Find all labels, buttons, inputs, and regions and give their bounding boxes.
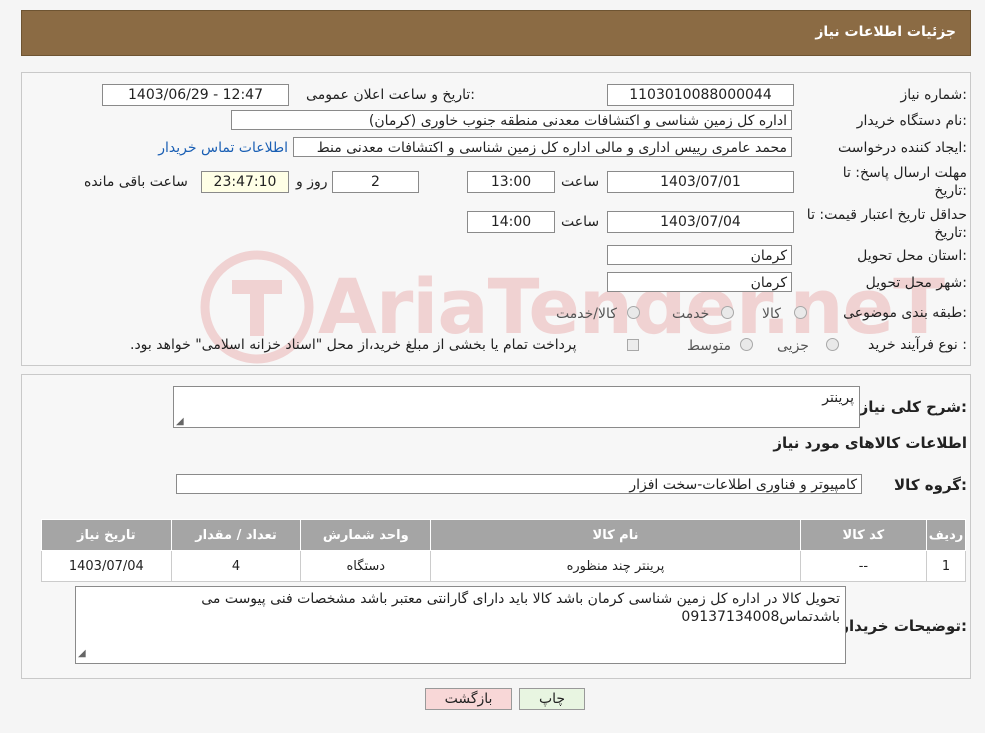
creator-label: ایجاد کننده درخواست: xyxy=(838,140,967,156)
city-field: کرمان xyxy=(607,272,792,292)
category-goods-service-radio[interactable] xyxy=(627,306,640,319)
process-label: نوع فرآیند خرید : xyxy=(868,337,967,353)
back-button[interactable]: بازگشت xyxy=(425,688,512,710)
need-number-label: شماره نیاز: xyxy=(900,87,967,103)
col-quantity: تعداد / مقدار xyxy=(170,519,302,551)
deadline-label-date: تاریخ: xyxy=(934,183,967,199)
validity-time-field: 14:00 xyxy=(467,211,555,233)
buyer-notes-field: تحویل کالا در اداره کل زمین شناسی کرمان … xyxy=(75,586,846,664)
goods-group-field: کامپیوتر و فناوری اطلاعات-سخت افزار xyxy=(176,474,862,494)
cell-need-date: 1403/07/04 xyxy=(41,550,172,582)
validity-date-field: 1403/07/04 xyxy=(607,211,794,233)
process-medium-radio[interactable] xyxy=(740,338,753,351)
deadline-date-field: 1403/07/01 xyxy=(607,171,794,193)
goods-table-header: ردیف کد کالا نام کالا واحد شمارش تعداد /… xyxy=(41,519,966,551)
col-row: ردیف xyxy=(926,519,966,551)
treasury-payment-checkbox[interactable] xyxy=(627,339,639,351)
category-goods-label: کالا xyxy=(762,306,781,322)
col-unit: واحد شمارش xyxy=(300,519,432,551)
deadline-time-field: 13:00 xyxy=(467,171,555,193)
page-title: جزئیات اطلاعات نیاز xyxy=(815,24,956,40)
city-label: شهر محل تحویل: xyxy=(865,275,967,291)
announce-label: تاریخ و ساعت اعلان عمومی: xyxy=(306,87,475,103)
buyer-notes-label: توضیحات خریدار: xyxy=(840,617,967,635)
category-goods-service-label: کالا/خدمت xyxy=(556,306,617,322)
validity-time-label: ساعت xyxy=(561,214,600,230)
summary-text: پرینتر xyxy=(822,390,854,406)
buyer-field: اداره کل زمین شناسی و اکتشافات معدنی منط… xyxy=(231,110,792,130)
cell-code: -- xyxy=(799,550,928,582)
page-header: جزئیات اطلاعات نیاز xyxy=(21,10,971,56)
cell-quantity: 4 xyxy=(170,550,302,582)
summary-label: شرح کلی نیاز: xyxy=(859,398,967,416)
goods-table: ردیف کد کالا نام کالا واحد شمارش تعداد /… xyxy=(41,519,966,582)
contact-info-link[interactable]: اطلاعات تماس خریدار xyxy=(158,140,288,156)
announce-date-field: 1403/06/29 - 12:47 xyxy=(102,84,289,106)
days-field: 2 xyxy=(332,171,419,193)
resize-grip-icon[interactable]: ◢ xyxy=(78,645,86,663)
col-code: کد کالا xyxy=(799,519,928,551)
goods-group-label: گروه کالا: xyxy=(894,476,967,494)
category-service-radio[interactable] xyxy=(721,306,734,319)
buyer-notes-text: تحویل کالا در اداره کل زمین شناسی کرمان … xyxy=(201,591,840,625)
goods-info-title: اطلاعات کالاهای مورد نیاز xyxy=(773,434,967,452)
category-label: طبقه بندی موضوعی: xyxy=(843,305,967,321)
buyer-label: نام دستگاه خریدار: xyxy=(856,113,967,129)
deadline-label: مهلت ارسال پاسخ: تا xyxy=(842,165,967,181)
province-field: کرمان xyxy=(607,245,792,265)
province-label: استان محل تحویل: xyxy=(857,248,967,264)
process-partial-radio[interactable] xyxy=(826,338,839,351)
col-need-date: تاریخ نیاز xyxy=(41,519,172,551)
validity-label-date: تاریخ: xyxy=(934,225,967,241)
process-medium-label: متوسط xyxy=(687,338,731,354)
remaining-label: ساعت باقی مانده xyxy=(84,174,188,190)
category-goods-radio[interactable] xyxy=(794,306,807,319)
print-button[interactable]: چاپ xyxy=(519,688,585,710)
col-name: نام کالا xyxy=(430,519,801,551)
resize-grip-icon[interactable]: ◢ xyxy=(176,416,184,427)
cell-row: 1 xyxy=(926,550,966,582)
table-row: 1 -- پرینتر چند منظوره دستگاه 4 1403/07/… xyxy=(41,550,966,582)
remaining-time-field: 23:47:10 xyxy=(201,171,289,193)
creator-field: محمد عامری رییس اداری و مالی اداره کل زم… xyxy=(293,137,792,157)
category-service-label: خدمت xyxy=(672,306,710,322)
validity-label: حداقل تاریخ اعتبار قیمت: تا xyxy=(806,207,967,223)
process-partial-label: جزیی xyxy=(777,338,809,354)
cell-name: پرینتر چند منظوره xyxy=(430,550,801,582)
days-label: روز و xyxy=(296,174,328,190)
payment-note: پرداخت تمام یا بخشی از مبلغ خرید،از محل … xyxy=(130,337,577,353)
cell-unit: دستگاه xyxy=(300,550,432,582)
need-number-field: 1103010088000044 xyxy=(607,84,794,106)
deadline-time-label: ساعت xyxy=(561,174,600,190)
summary-field: پرینتر ◢ xyxy=(173,386,860,428)
